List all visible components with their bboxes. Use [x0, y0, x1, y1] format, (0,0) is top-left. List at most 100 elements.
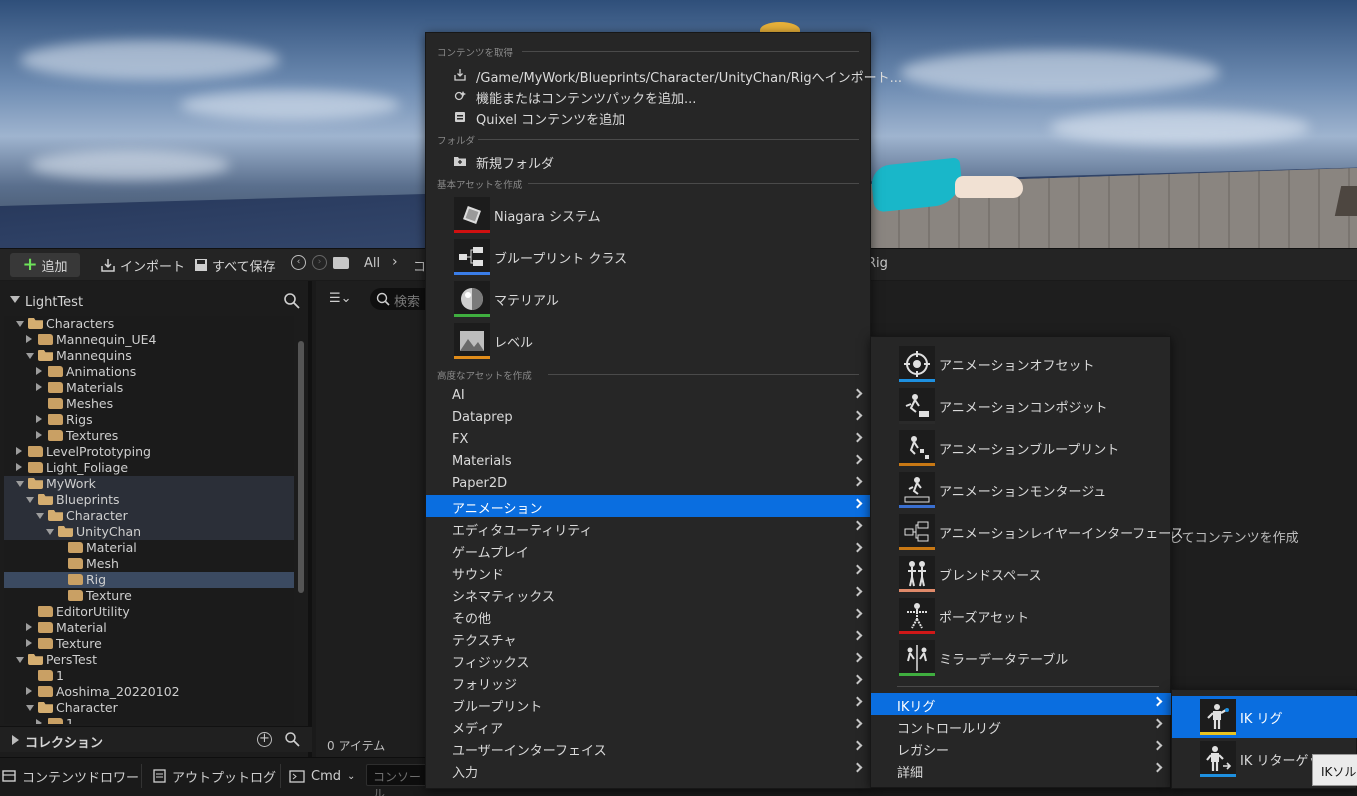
- chevron-down-icon[interactable]: [26, 497, 34, 503]
- submenu-item[interactable]: アニメーション: [426, 495, 872, 517]
- tree-scrollbar[interactable]: [298, 341, 304, 593]
- tree-row[interactable]: Aoshima_20220102: [4, 684, 294, 700]
- submenu-item[interactable]: メディア: [426, 715, 872, 737]
- content-drawer-button[interactable]: コンテンツドロワー: [2, 766, 139, 786]
- submenu-item[interactable]: Paper2D: [426, 473, 872, 495]
- save-all-button[interactable]: すべて保存: [188, 253, 282, 277]
- chevron-down-icon[interactable]: [16, 657, 24, 663]
- chevron-right-icon[interactable]: [36, 719, 42, 724]
- tree-row[interactable]: Material: [4, 620, 294, 636]
- menu-item-ik-rig[interactable]: IK リグ: [1172, 696, 1357, 738]
- submenu-item[interactable]: Materials: [426, 451, 872, 473]
- submenu-item[interactable]: フォリッジ: [426, 671, 872, 693]
- menu-item-blueprint[interactable]: ブループリント クラス: [426, 236, 872, 278]
- submenu-item[interactable]: テクスチャ: [426, 627, 872, 649]
- folder-icon[interactable]: [333, 256, 349, 269]
- tree-row[interactable]: Characters: [4, 316, 294, 332]
- breadcrumb-all[interactable]: All: [364, 256, 380, 271]
- menu-item-add-quixel[interactable]: Quixel コンテンツを追加: [426, 106, 872, 128]
- submenu-item[interactable]: シネマティックス: [426, 583, 872, 605]
- submenu-item[interactable]: 入力: [426, 759, 872, 781]
- chevron-right-icon[interactable]: [36, 415, 42, 423]
- tree-row[interactable]: MyWork: [4, 476, 294, 492]
- add-button[interactable]: + 追加: [10, 253, 80, 277]
- menu-item-aim-offset[interactable]: アニメーションオフセット: [871, 343, 1172, 385]
- chevron-right-icon[interactable]: [36, 367, 42, 375]
- chevron-down-icon[interactable]: [26, 705, 34, 711]
- chevron-down-icon[interactable]: [16, 481, 24, 487]
- sources-header[interactable]: LightTest: [0, 291, 312, 313]
- tree-row[interactable]: UnityChan: [4, 524, 294, 540]
- submenu-item[interactable]: 詳細: [871, 759, 1172, 781]
- chevron-right-icon[interactable]: [36, 383, 42, 391]
- tree-row[interactable]: Mannequins: [4, 348, 294, 364]
- chevron-down-icon[interactable]: [46, 529, 54, 535]
- submenu-item[interactable]: その他: [426, 605, 872, 627]
- tree-row[interactable]: Texture: [4, 636, 294, 652]
- chevron-right-icon[interactable]: [36, 431, 42, 439]
- collections-header[interactable]: コレクション +: [0, 726, 312, 752]
- menu-item-level[interactable]: レベル: [426, 320, 872, 362]
- submenu-item[interactable]: ゲームプレイ: [426, 539, 872, 561]
- menu-item-anim-layer-interface[interactable]: アニメーションレイヤーインターフェース: [871, 511, 1184, 553]
- chevron-right-icon[interactable]: [26, 623, 32, 631]
- menu-item-material[interactable]: マテリアル: [426, 278, 872, 320]
- tree-row[interactable]: 1: [4, 716, 294, 724]
- chevron-down-icon[interactable]: [16, 321, 24, 327]
- menu-item-mirror-table[interactable]: ミラーデータテーブル: [871, 637, 1172, 679]
- tree-row[interactable]: Character: [4, 508, 294, 524]
- menu-item-anim-blueprint[interactable]: アニメーションブループリント: [871, 427, 1172, 469]
- chevron-right-icon[interactable]: [26, 335, 32, 343]
- tree-row[interactable]: Character: [4, 700, 294, 716]
- search-input[interactable]: 検索: [370, 288, 430, 310]
- tree-row[interactable]: PersTest: [4, 652, 294, 668]
- chevron-right-icon[interactable]: [16, 463, 22, 471]
- search-icon[interactable]: [283, 292, 301, 310]
- search-icon[interactable]: [284, 731, 300, 747]
- submenu-item[interactable]: ユーザーインターフェイス: [426, 737, 872, 759]
- back-icon[interactable]: ‹: [291, 255, 306, 270]
- tree-row[interactable]: Mesh: [4, 556, 294, 572]
- submenu-item[interactable]: フィジックス: [426, 649, 872, 671]
- menu-item-import[interactable]: /Game/MyWork/Blueprints/Character/UnityC…: [426, 64, 902, 86]
- chevron-right-icon[interactable]: [16, 447, 22, 455]
- breadcrumb-chevron-icon[interactable]: ›: [392, 254, 398, 270]
- submenu-item[interactable]: IKリグ: [871, 693, 1172, 715]
- submenu-item[interactable]: コントロールリグ: [871, 715, 1172, 737]
- tree-row[interactable]: Rigs: [4, 412, 294, 428]
- menu-item-add-feature[interactable]: 機能またはコンテンツパックを追加...: [426, 85, 872, 107]
- tree-row[interactable]: Mannequin_UE4: [4, 332, 294, 348]
- menu-item-new-folder[interactable]: 新規フォルダ: [426, 150, 872, 172]
- tree-row[interactable]: Materials: [4, 380, 294, 396]
- tree-row[interactable]: 1: [4, 668, 294, 684]
- add-collection-icon[interactable]: +: [257, 732, 272, 747]
- tree-row[interactable]: Meshes: [4, 396, 294, 412]
- import-button[interactable]: インポート: [94, 253, 191, 277]
- menu-item-anim-montage[interactable]: アニメーションモンタージュ: [871, 469, 1172, 511]
- submenu-item[interactable]: ブループリント: [426, 693, 872, 715]
- tree-row[interactable]: Material: [4, 540, 294, 556]
- tree-row[interactable]: Rig: [4, 572, 294, 588]
- submenu-item[interactable]: FX: [426, 429, 872, 451]
- tree-row[interactable]: Texture: [4, 588, 294, 604]
- tree-row[interactable]: LevelPrototyping: [4, 444, 294, 460]
- chevron-right-icon[interactable]: [26, 687, 32, 695]
- chevron-right-icon[interactable]: [26, 639, 32, 647]
- submenu-item[interactable]: エディタユーティリティ: [426, 517, 872, 539]
- chevron-down-icon[interactable]: [26, 353, 34, 359]
- cmd-dropdown[interactable]: Cmd ⌄: [289, 766, 355, 786]
- submenu-item[interactable]: AI: [426, 385, 872, 407]
- collapse-icon[interactable]: [10, 296, 20, 303]
- menu-item-blend-space[interactable]: ブレンドスペース: [871, 553, 1172, 595]
- menu-item-niagara[interactable]: Niagara システム: [426, 194, 872, 236]
- tree-row[interactable]: Animations: [4, 364, 294, 380]
- submenu-item[interactable]: サウンド: [426, 561, 872, 583]
- tree-row[interactable]: Blueprints: [4, 492, 294, 508]
- expand-icon[interactable]: [12, 735, 19, 745]
- submenu-item[interactable]: レガシー: [871, 737, 1172, 759]
- submenu-item[interactable]: Dataprep: [426, 407, 872, 429]
- tree-row[interactable]: Textures: [4, 428, 294, 444]
- forward-icon[interactable]: ›: [312, 255, 327, 270]
- chevron-down-icon[interactable]: [36, 513, 44, 519]
- menu-item-anim-composite[interactable]: アニメーションコンポジット: [871, 385, 1172, 427]
